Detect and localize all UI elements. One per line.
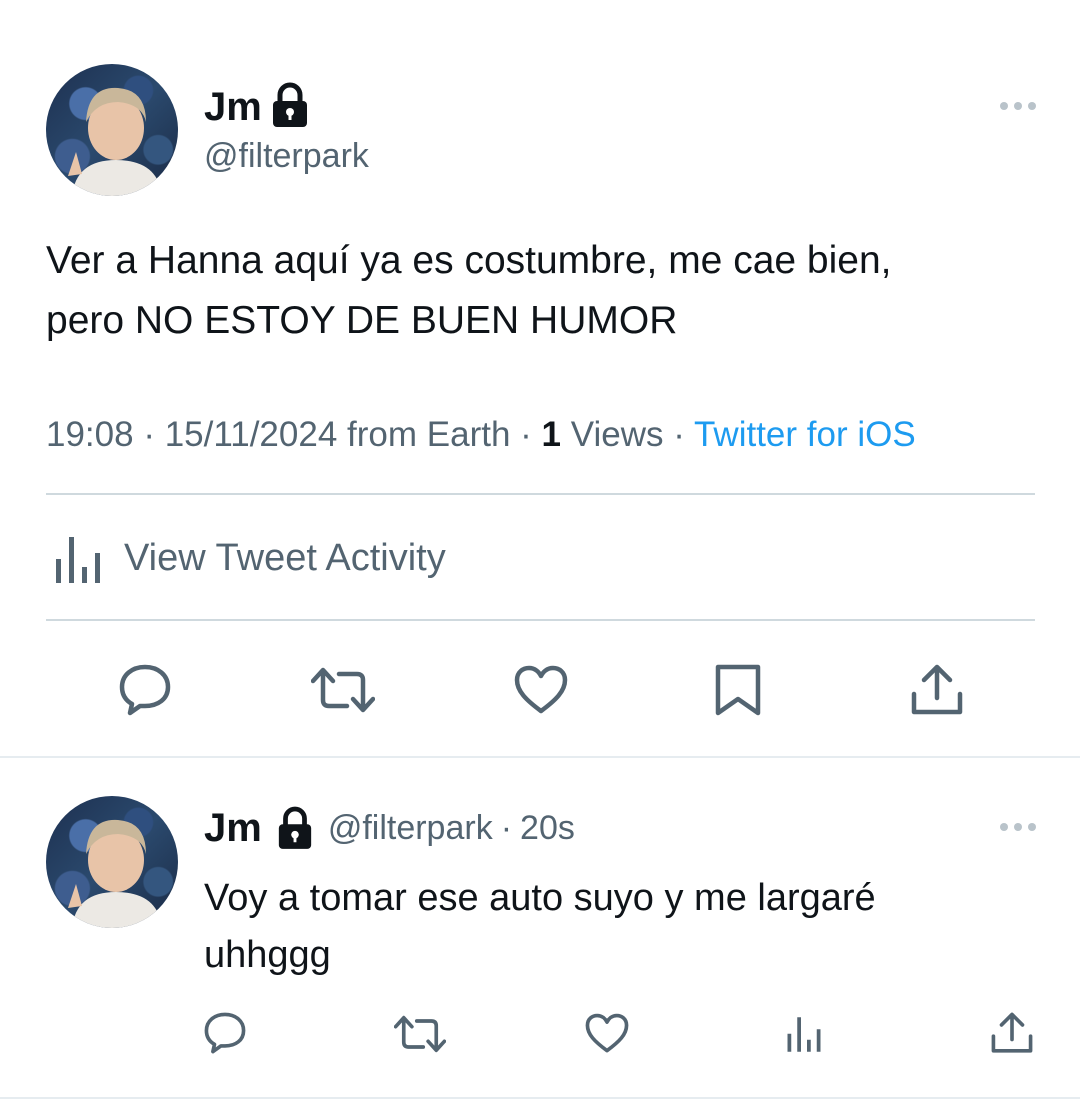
tweet-text: Voy a tomar ese auto suyo y me largaré u… xyxy=(204,870,1044,984)
lock-icon xyxy=(270,82,310,128)
avatar[interactable] xyxy=(46,64,178,196)
retweet-icon[interactable] xyxy=(311,666,375,714)
author-handle[interactable]: @filterpark xyxy=(204,139,369,173)
divider xyxy=(46,493,1035,495)
retweet-icon[interactable] xyxy=(394,1014,446,1054)
reply-icon[interactable] xyxy=(203,1012,247,1054)
author-name[interactable]: Jm xyxy=(204,808,262,848)
bookmark-icon[interactable] xyxy=(714,664,762,716)
tweet-text-line: Ver a Hanna aquí ya es costumbre, me cae… xyxy=(46,239,892,282)
tweet-source-link[interactable]: Twitter for iOS xyxy=(694,415,916,454)
tweet-text-line: Voy a tomar ese auto suyo y me largaré xyxy=(204,877,876,919)
divider xyxy=(46,619,1035,621)
meta-separator: · xyxy=(500,809,513,847)
meta-separator: · xyxy=(520,415,532,454)
tweet-text-line: uhhggg xyxy=(204,934,331,976)
tweet-date[interactable]: 15/11/2024 xyxy=(165,415,338,454)
activity-chart-icon[interactable] xyxy=(54,533,102,583)
tweet-text: Ver a Hanna aquí ya es costumbre, me cae… xyxy=(46,231,1036,351)
reply-icon[interactable] xyxy=(118,664,172,716)
avatar[interactable] xyxy=(46,796,178,928)
author-handle[interactable]: @filterpark xyxy=(328,811,493,845)
meta-separator: · xyxy=(673,415,685,454)
share-icon[interactable] xyxy=(910,664,964,716)
more-options-icon[interactable] xyxy=(1000,823,1036,831)
views-label: Views xyxy=(570,415,664,454)
tweet-metadata: 19:08 · 15/11/2024 from Earth · 1 Views … xyxy=(46,417,916,452)
like-icon[interactable] xyxy=(585,1013,629,1054)
share-icon[interactable] xyxy=(990,1012,1034,1054)
author-name[interactable]: Jm xyxy=(204,87,262,127)
views-count: 1 xyxy=(541,415,562,454)
views-icon[interactable] xyxy=(786,1014,822,1052)
section-divider xyxy=(0,1097,1080,1099)
view-tweet-activity-link[interactable]: View Tweet Activity xyxy=(124,539,446,577)
meta-separator: · xyxy=(143,415,155,454)
tweet-time[interactable]: 20s xyxy=(520,811,575,845)
reply-header: Jm @filterpark · 20s xyxy=(204,806,575,850)
like-icon[interactable] xyxy=(514,665,568,715)
more-options-icon[interactable] xyxy=(1000,102,1036,110)
section-divider xyxy=(0,756,1080,758)
tweet-location: from Earth xyxy=(347,415,511,454)
tweet-text-line: pero NO ESTOY DE BUEN HUMOR xyxy=(46,299,678,342)
lock-icon xyxy=(276,806,314,850)
tweet-time[interactable]: 19:08 xyxy=(46,415,134,454)
